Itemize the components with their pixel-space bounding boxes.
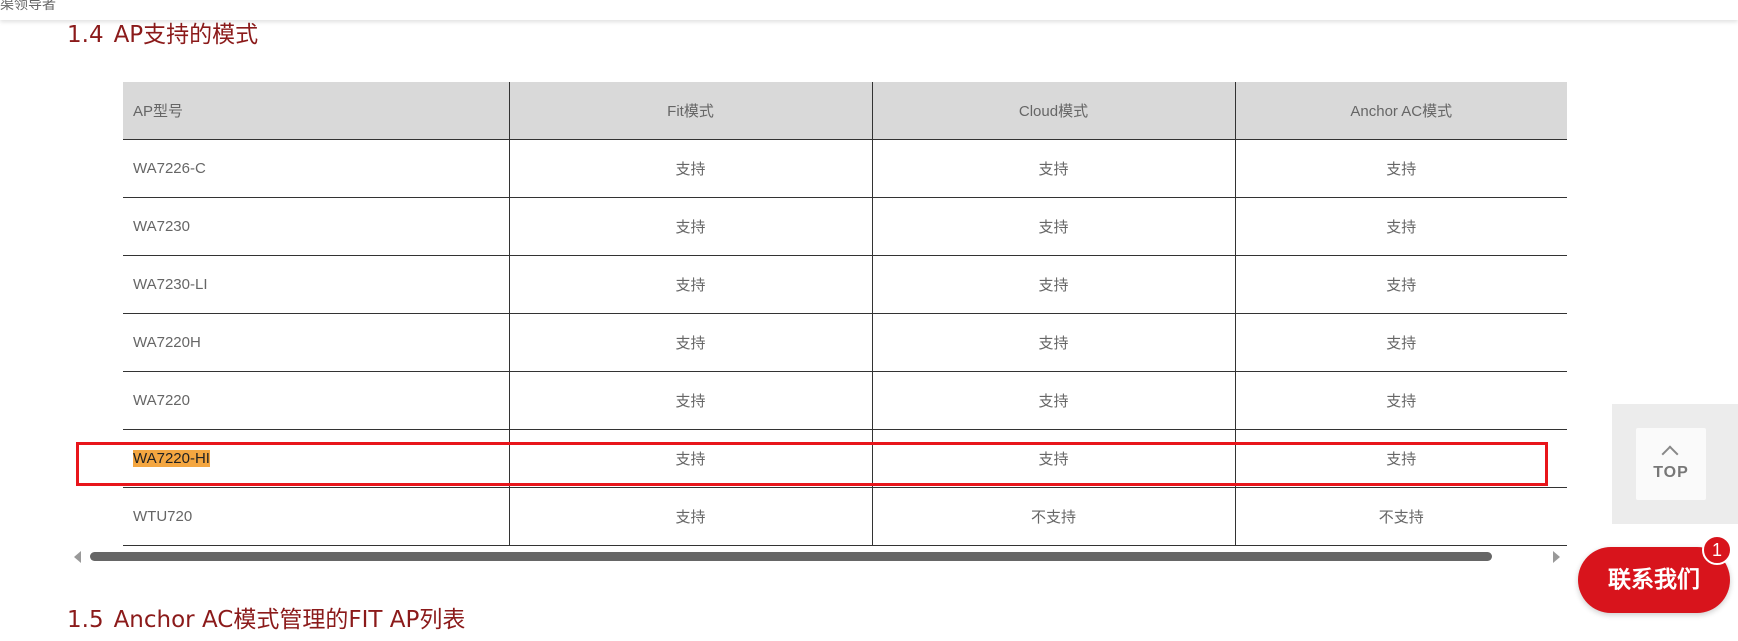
table-row: WA7220H 支持 支持 支持 bbox=[123, 313, 1567, 372]
cell-ap-model: WA7220 bbox=[123, 371, 509, 430]
cell-ap-model: WA7230-LI bbox=[123, 255, 509, 314]
horizontal-scrollbar[interactable] bbox=[72, 548, 1562, 564]
column-header-anchor-ac-mode: Anchor AC模式 bbox=[1234, 82, 1567, 140]
cell-anchor-ac-mode: 不支持 bbox=[1234, 487, 1567, 546]
section-title-text: Anchor AC模式管理的FIT AP列表 bbox=[113, 607, 466, 633]
section-title-text: AP支持的模式 bbox=[113, 22, 259, 48]
cell-anchor-ac-mode: 支持 bbox=[1234, 429, 1567, 488]
chevron-up-icon bbox=[1661, 445, 1679, 463]
column-header-ap-model: AP型号 bbox=[123, 82, 509, 140]
scroll-right-arrow-icon[interactable] bbox=[1553, 551, 1560, 563]
ap-modes-table: AP型号 Fit模式 Cloud模式 Anchor AC模式 WA7226-C … bbox=[123, 82, 1567, 546]
table-row: WA7230 支持 支持 支持 bbox=[123, 197, 1567, 256]
table-row: WA7226-C 支持 支持 支持 bbox=[123, 139, 1567, 198]
cell-ap-model: WA7230 bbox=[123, 197, 509, 256]
table-header-row: AP型号 Fit模式 Cloud模式 Anchor AC模式 bbox=[123, 82, 1567, 140]
cell-fit-mode: 支持 bbox=[508, 313, 872, 372]
cell-anchor-ac-mode: 支持 bbox=[1234, 139, 1567, 198]
table-row: WTU720 支持 不支持 不支持 bbox=[123, 487, 1567, 546]
cell-anchor-ac-mode: 支持 bbox=[1234, 255, 1567, 314]
cell-cloud-mode: 支持 bbox=[871, 313, 1235, 372]
section-number: 1.5 bbox=[67, 607, 104, 633]
cell-anchor-ac-mode: 支持 bbox=[1234, 197, 1567, 256]
cell-fit-mode: 支持 bbox=[508, 197, 872, 256]
cell-cloud-mode: 支持 bbox=[871, 371, 1235, 430]
scrollbar-thumb[interactable] bbox=[90, 552, 1492, 561]
cell-cloud-mode: 支持 bbox=[871, 255, 1235, 314]
scroll-left-arrow-icon[interactable] bbox=[74, 551, 81, 563]
cell-ap-model: WTU720 bbox=[123, 487, 509, 546]
cell-ap-model: WA7220H bbox=[123, 313, 509, 372]
table-row-highlighted: WA7220-HI 支持 支持 支持 bbox=[123, 429, 1567, 488]
cell-fit-mode: 支持 bbox=[508, 255, 872, 314]
column-header-fit-mode: Fit模式 bbox=[508, 82, 872, 140]
top-header-bar: 渠领导者 bbox=[0, 0, 1738, 20]
ap-modes-table-container: AP型号 Fit模式 Cloud模式 Anchor AC模式 WA7226-C … bbox=[123, 82, 1567, 546]
back-to-top-button[interactable]: TOP bbox=[1636, 428, 1706, 500]
back-to-top-label: TOP bbox=[1653, 464, 1689, 481]
cell-fit-mode: 支持 bbox=[508, 139, 872, 198]
notification-badge: 1 bbox=[1702, 535, 1732, 565]
cell-cloud-mode: 支持 bbox=[871, 429, 1235, 488]
cell-ap-model: WA7220-HI bbox=[123, 429, 509, 488]
search-highlight: WA7220-HI bbox=[133, 450, 210, 467]
cell-fit-mode: 支持 bbox=[508, 487, 872, 546]
cell-cloud-mode: 支持 bbox=[871, 197, 1235, 256]
section-number: 1.4 bbox=[67, 22, 104, 48]
cell-cloud-mode: 不支持 bbox=[871, 487, 1235, 546]
header-partial-text: 渠领导者 bbox=[0, 0, 56, 12]
table-row: WA7230-LI 支持 支持 支持 bbox=[123, 255, 1567, 314]
cell-anchor-ac-mode: 支持 bbox=[1234, 371, 1567, 430]
cell-fit-mode: 支持 bbox=[508, 429, 872, 488]
section-heading-1-5: 1.5 Anchor AC模式管理的FIT AP列表 bbox=[67, 600, 465, 634]
cell-fit-mode: 支持 bbox=[508, 371, 872, 430]
section-heading-1-4: 1.4 AP支持的模式 bbox=[67, 15, 258, 49]
table-row: WA7220 支持 支持 支持 bbox=[123, 371, 1567, 430]
cell-anchor-ac-mode: 支持 bbox=[1234, 313, 1567, 372]
cell-ap-model: WA7226-C bbox=[123, 139, 509, 198]
column-header-cloud-mode: Cloud模式 bbox=[871, 82, 1235, 140]
cell-cloud-mode: 支持 bbox=[871, 139, 1235, 198]
back-to-top-panel: TOP bbox=[1612, 404, 1738, 524]
